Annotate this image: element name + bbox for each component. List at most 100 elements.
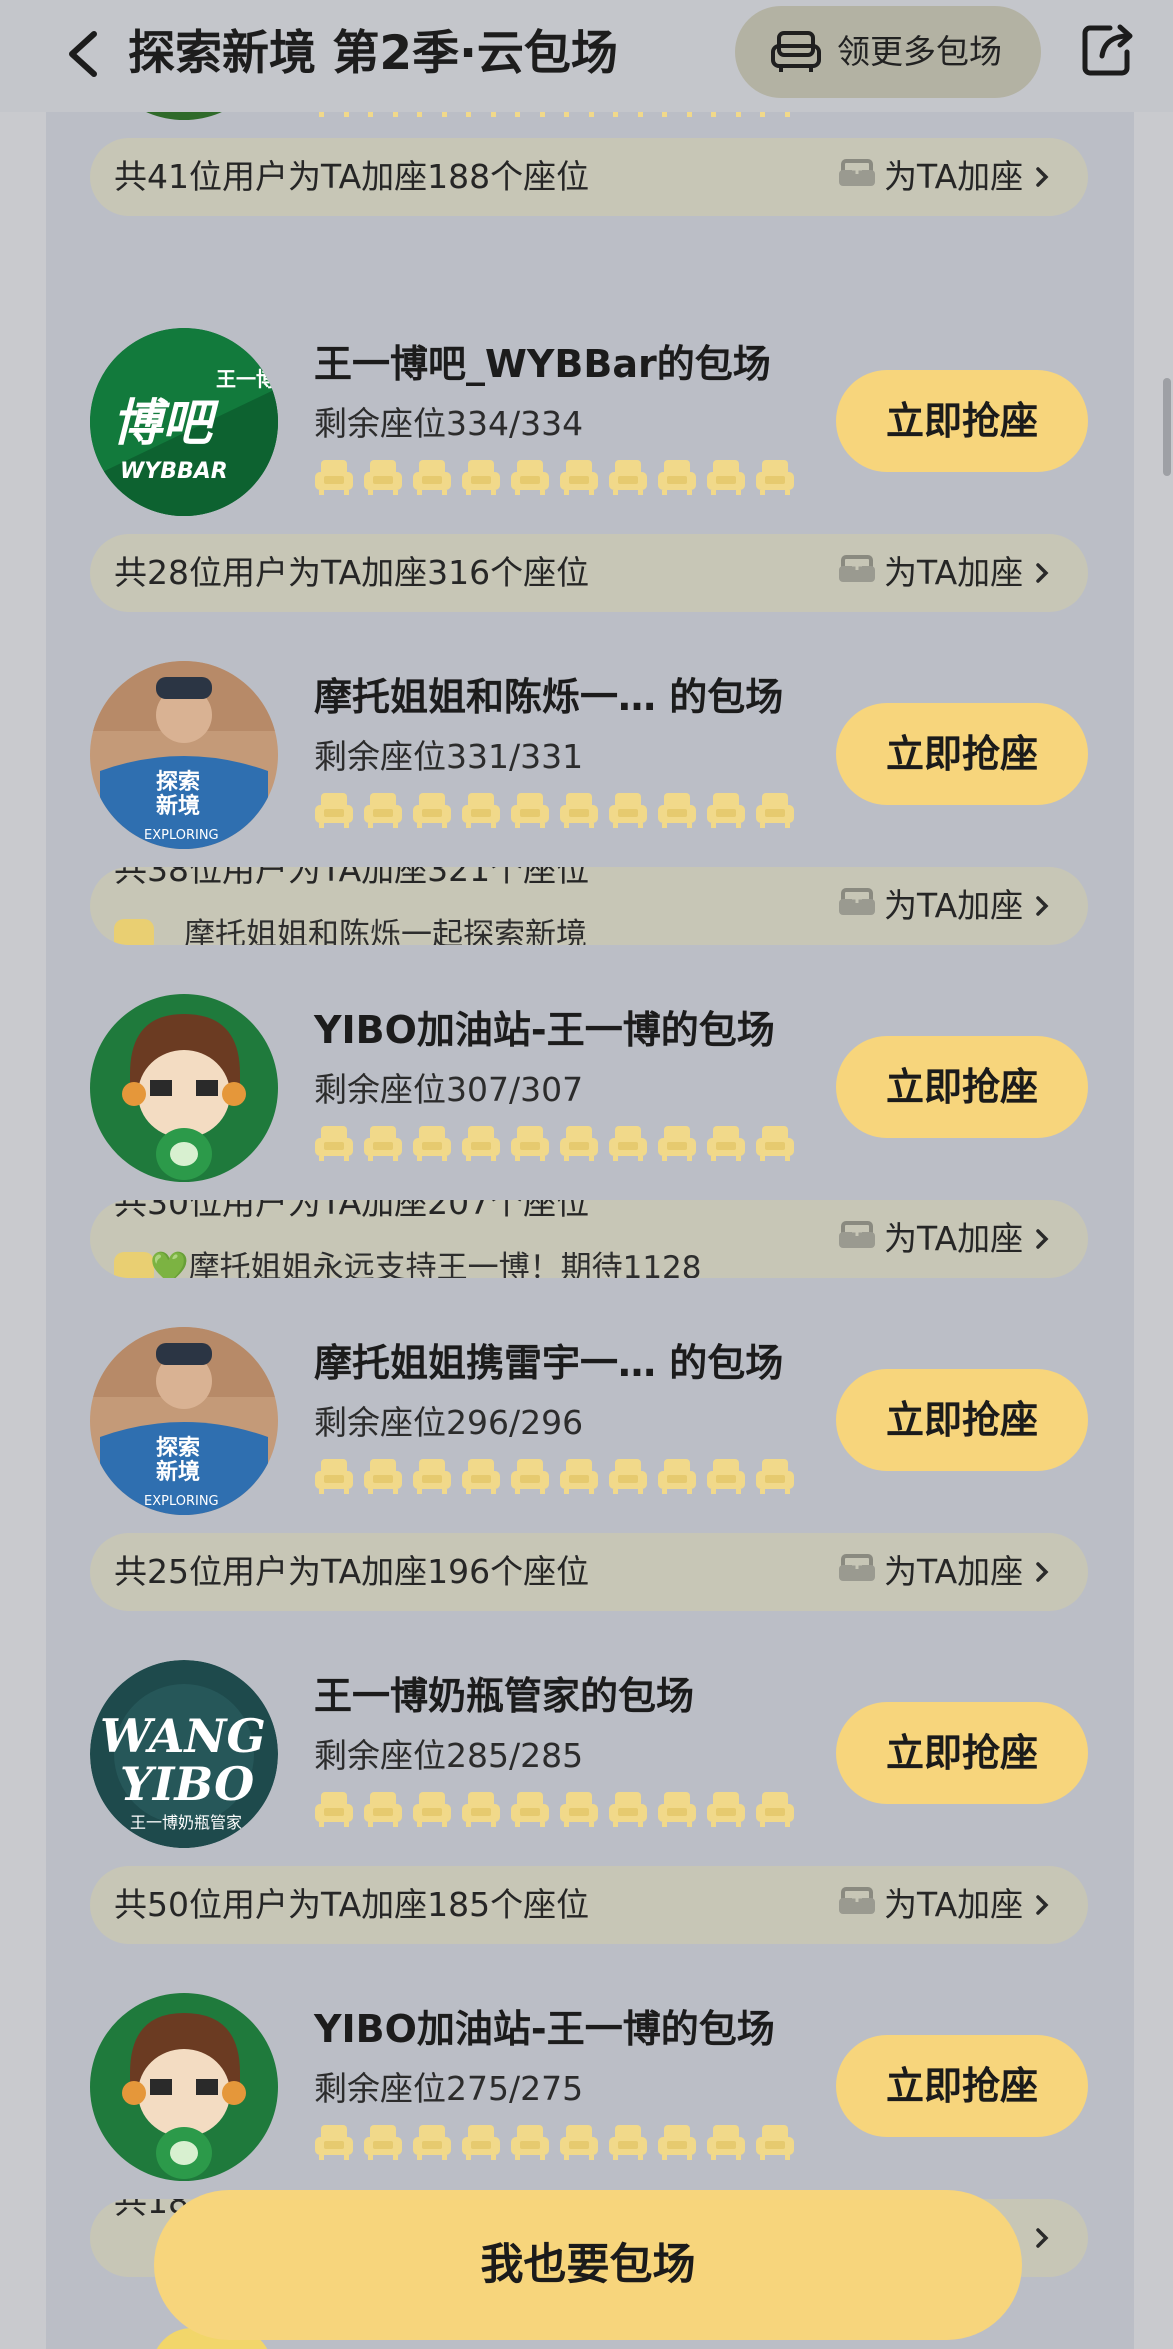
seat-icon — [756, 1459, 794, 1494]
seat-icon — [462, 2125, 500, 2160]
support-bar[interactable]: 共38位用户为TA加座321个座位 摩托姐姐和陈烁一起探索新境 为TA加座 — [90, 867, 1088, 945]
seat-icon — [315, 1126, 353, 1161]
chevron-right-icon — [1036, 563, 1049, 583]
room-card: YIBO加油站-王一博的包场 剩余座位307/307 立即抢座 共30位用户为T… — [46, 994, 1134, 1327]
chevron-right-icon — [1036, 167, 1049, 187]
seat-icon — [413, 1459, 451, 1494]
seats-remaining: 剩余座位285/285 — [314, 1736, 584, 1775]
add-seat-icon — [839, 159, 875, 186]
avatar-caption: EXPLORING — [144, 828, 219, 843]
add-seat-action[interactable]: 为TA加座 — [838, 867, 1068, 945]
add-seat-action[interactable]: 为TA加座 — [838, 1200, 1068, 1278]
add-seat-action[interactable]: 为TA加座 — [838, 534, 1068, 612]
support-bar[interactable]: 共30位用户为TA加座207个座位 💚摩托姐姐永远支持王一博！期待1128 为T… — [90, 1200, 1088, 1278]
seat-icon — [613, 112, 643, 117]
seat-icon — [609, 460, 647, 495]
sofa-icon — [771, 31, 821, 72]
seat-icon — [609, 1126, 647, 1161]
seat-icon — [560, 793, 598, 828]
seat-icon — [609, 1792, 647, 1827]
seat-icon — [364, 1792, 402, 1827]
seat-icon — [413, 1126, 451, 1161]
grab-seat-button[interactable]: 立即抢座 — [836, 370, 1088, 472]
avatar-sub-text: 王一博奶瓶管家 — [130, 1813, 242, 1832]
add-seat-action[interactable]: 为TA加座 — [838, 1866, 1068, 1944]
support-message-text: 💚摩托姐姐永远支持王一博！期待1128 — [150, 1250, 702, 1278]
seat-icon — [413, 2125, 451, 2160]
grab-seat-button[interactable]: 立即抢座 — [836, 1702, 1088, 1804]
add-seat-label: 为TA加座 — [884, 1552, 1024, 1591]
add-seat-action[interactable]: 为TA加座 — [838, 1533, 1068, 1611]
book-room-button[interactable]: 我也要包场 — [154, 2190, 1022, 2340]
svg-text:YIBO: YIBO — [120, 1757, 254, 1811]
seat-icon — [466, 112, 496, 117]
back-arrow-icon[interactable] — [54, 22, 114, 86]
scrollbar[interactable] — [1163, 378, 1171, 476]
seat-icon — [707, 1126, 745, 1161]
chevron-right-icon — [1036, 2228, 1049, 2248]
chevron-right-icon — [1036, 1562, 1049, 1582]
support-summary: 共50位用户为TA加座185个座位 — [114, 1885, 590, 1924]
support-message-text: 摩托姐姐和陈烁一起探索新境 — [184, 917, 587, 945]
more-rooms-button[interactable]: 领更多包场 — [735, 6, 1041, 98]
support-bar[interactable]: 共50位用户为TA加座185个座位 为TA加座 — [90, 1866, 1088, 1944]
share-icon[interactable] — [1080, 20, 1136, 78]
seat-icon — [658, 2125, 696, 2160]
seat-icon — [315, 2125, 353, 2160]
seat-icon — [364, 460, 402, 495]
room-avatar — [90, 994, 278, 1182]
seat-icon — [462, 460, 500, 495]
room-card: 探索 新境 EXPLORING 摩托姐姐携雷宇一… 的包场 剩余座位296/29… — [46, 1327, 1134, 1660]
seat-icon — [560, 1459, 598, 1494]
seat-icon — [364, 1459, 402, 1494]
seat-icon — [511, 460, 549, 495]
seat-icon — [658, 1126, 696, 1161]
thumb-icon — [114, 1252, 154, 1278]
support-bar[interactable]: 共28位用户为TA加座316个座位 为TA加座 — [90, 534, 1088, 612]
support-bar[interactable]: 共25位用户为TA加座196个座位 为TA加座 — [90, 1533, 1088, 1611]
top-nav-bar: 探索新境 第2季·云包场 领更多包场 — [0, 0, 1173, 112]
grab-seat-button[interactable]: 立即抢座 — [836, 1369, 1088, 1471]
seat-icon — [711, 112, 741, 117]
seat-icon — [609, 2125, 647, 2160]
seats-remaining: 剩余座位334/334 — [314, 404, 584, 443]
seat-icon — [364, 793, 402, 828]
thumb-icon — [114, 919, 154, 945]
avatar-caption: EXPLORING — [144, 1494, 219, 1509]
seat-icon — [368, 112, 398, 117]
grab-seat-button[interactable]: 立即抢座 — [836, 1036, 1088, 1138]
seat-icon — [662, 112, 692, 117]
seats-remaining: 剩余座位296/296 — [314, 1403, 584, 1442]
support-bar[interactable]: 共41位用户为TA加座188个座位 为TA加座 — [90, 138, 1088, 216]
seat-icon — [756, 2125, 794, 2160]
room-avatar: 探索 新境 EXPLORING — [90, 1327, 278, 1515]
grab-seat-button[interactable]: 立即抢座 — [836, 703, 1088, 805]
add-seat-icon — [839, 1554, 875, 1581]
room-title: 王一博吧_WYBBar的包场 — [314, 342, 771, 386]
seat-icon — [462, 793, 500, 828]
seat-icon — [413, 1792, 451, 1827]
room-avatar: 探索 新境 EXPLORING — [90, 661, 278, 849]
avatar-logo-text: 探索 — [156, 769, 200, 795]
support-summary: 共41位用户为TA加座188个座位 — [114, 157, 590, 196]
seats-remaining: 剩余座位307/307 — [314, 1070, 584, 1109]
seat-icon — [609, 1459, 647, 1494]
room-title: 摩托姐姐携雷宇一… 的包场 — [314, 1341, 784, 1385]
support-summary: 共28位用户为TA加座316个座位 — [114, 553, 590, 592]
seat-icon — [511, 1459, 549, 1494]
seat-icon — [515, 112, 545, 117]
seat-icon — [707, 2125, 745, 2160]
room-avatar — [90, 1993, 278, 2181]
room-title: YIBO加油站-王一博的包场 — [314, 2007, 775, 2051]
svg-text:WANG: WANG — [100, 1709, 266, 1763]
seat-icon — [658, 1459, 696, 1494]
room-card: 王一博 博吧 WYBBAR 王一博吧_WYBBar的包场 剩余座位334/334… — [46, 328, 1134, 661]
grab-seat-button[interactable]: 立即抢座 — [836, 2035, 1088, 2137]
add-seat-icon — [839, 888, 875, 915]
support-message: 💚摩托姐姐永远支持王一博！期待1128 — [114, 1246, 736, 1278]
room-avatar: 王一博 博吧 WYBBAR — [90, 328, 278, 516]
add-seat-icon — [839, 1221, 875, 1248]
seat-icon — [364, 2125, 402, 2160]
room-list: 共41位用户为TA加座188个座位 为TA加座 王一博 博吧 WYBBAR 王一… — [46, 112, 1134, 2349]
add-seat-action[interactable]: 为TA加座 — [838, 138, 1068, 216]
